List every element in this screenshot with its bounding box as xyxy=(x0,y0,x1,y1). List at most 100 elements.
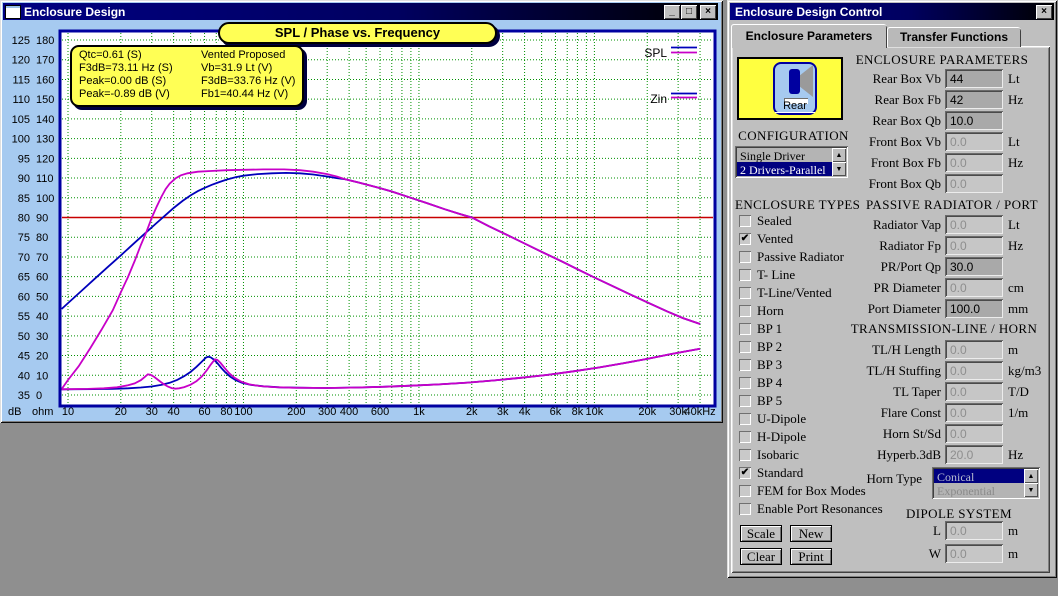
x-axis-tick: 100 xyxy=(234,406,252,418)
field-label-front-box-fb: Front Box Fb xyxy=(787,155,941,171)
checkbox-fem-for-box-modes[interactable] xyxy=(739,485,751,497)
y-axis-ohm-tick: 150 xyxy=(36,94,54,106)
chart-info-box: Qtc=0.61 (S)Vented ProposedF3dB=73.11 Hz… xyxy=(70,45,304,107)
control-close-button[interactable]: × xyxy=(1036,5,1052,19)
horn-type-list: Conical▲Exponential▼ xyxy=(932,467,1040,499)
checkbox-vented[interactable]: ✔ xyxy=(739,233,751,245)
field-input-pr-diameter[interactable]: 0.0 xyxy=(945,278,1003,297)
field-input-tl-h-length[interactable]: 0.0 xyxy=(945,340,1003,359)
field-input-rear-box-fb[interactable]: 42 xyxy=(945,90,1003,109)
field-input-pr-port-qp[interactable]: 30.0 xyxy=(945,257,1003,276)
checkbox-label-fem-for-box-modes: FEM for Box Modes xyxy=(757,483,866,499)
field-label-tl-h-length: TL/H Length xyxy=(787,342,941,358)
checkbox-u-dipole[interactable] xyxy=(739,413,751,425)
y-axis-db-tick: 100 xyxy=(12,134,30,146)
info-line: Peak=-0.89 dB (V) xyxy=(79,88,201,101)
field-input-tl-taper[interactable]: 0.0 xyxy=(945,382,1003,401)
field-input-l[interactable]: 0.0 xyxy=(945,521,1003,540)
y-axis-ohm-tick: 170 xyxy=(36,55,54,67)
field-input-horn-st-sd[interactable]: 0.0 xyxy=(945,424,1003,443)
field-input-rear-box-qb[interactable]: 10.0 xyxy=(945,111,1003,130)
field-input-radiator-fp[interactable]: 0.0 xyxy=(945,236,1003,255)
y-axis-ohm-tick: 80 xyxy=(36,232,48,244)
clear-button[interactable]: Clear xyxy=(740,548,782,565)
checkbox-bp-2[interactable] xyxy=(739,341,751,353)
field-input-w[interactable]: 0.0 xyxy=(945,544,1003,563)
scale-button[interactable]: Scale xyxy=(740,525,782,542)
info-line: Vb=31.9 Lt (V) xyxy=(201,62,302,75)
field-input-front-box-fb[interactable]: 0.0 xyxy=(945,153,1003,172)
checkbox-sealed[interactable] xyxy=(739,215,751,227)
checkbox-bp-5[interactable] xyxy=(739,395,751,407)
y-axis-ohm-tick: 180 xyxy=(36,35,54,47)
horn-scroll-up-button[interactable]: ▲ xyxy=(1024,469,1038,483)
field-input-front-box-vb[interactable]: 0.0 xyxy=(945,132,1003,151)
horn-type-option-conical[interactable]: Conical xyxy=(934,469,1024,483)
rear-enclosure-pictogram: Rear xyxy=(737,57,843,120)
chart-window-titlebar[interactable]: Enclosure Design _ □ × xyxy=(3,3,718,20)
x-axis-tick: 1k xyxy=(413,406,425,418)
field-label-w: W xyxy=(787,546,941,562)
checkbox-standard[interactable]: ✔ xyxy=(739,467,751,479)
x-axis-tick: 600 xyxy=(371,406,389,418)
info-line: Peak=0.00 dB (S) xyxy=(79,75,201,88)
checkbox-t-line[interactable] xyxy=(739,269,751,281)
maximize-button[interactable]: □ xyxy=(681,5,697,19)
field-input-front-box-qb[interactable]: 0.0 xyxy=(945,174,1003,193)
field-input-port-diameter[interactable]: 100.0 xyxy=(945,299,1003,318)
field-input-radiator-vap[interactable]: 0.0 xyxy=(945,215,1003,234)
enclosure-design-control-window: Enclosure Design Control × Enclosure Par… xyxy=(727,0,1057,578)
x-axis-tick: 20k xyxy=(638,406,656,418)
checkbox-isobaric[interactable] xyxy=(739,449,751,461)
checkbox-bp-4[interactable] xyxy=(739,377,751,389)
x-axis-tick: 4k xyxy=(519,406,531,418)
field-label-rear-box-vb: Rear Box Vb xyxy=(787,71,941,87)
y-axis-ohm-tick: 110 xyxy=(36,173,54,185)
checkbox-bp-3[interactable] xyxy=(739,359,751,371)
field-label-radiator-fp: Radiator Fp xyxy=(787,238,941,254)
horn-scroll-down-button[interactable]: ▼ xyxy=(1024,483,1038,497)
y-axis-db-tick: 115 xyxy=(12,74,30,86)
y-axis-db-tick: 95 xyxy=(18,153,30,165)
tab-enclosure-parameters[interactable]: Enclosure Parameters xyxy=(731,24,887,48)
y-axis-ohm-tick: 50 xyxy=(36,291,48,303)
minimize-button[interactable]: _ xyxy=(664,5,680,19)
field-unit-rear-box-fb: Hz xyxy=(1008,92,1023,108)
field-input-rear-box-vb[interactable]: 44 xyxy=(945,69,1003,88)
checkbox-h-dipole[interactable] xyxy=(739,431,751,443)
x-axis-tick: 8k xyxy=(572,406,584,418)
field-label-port-diameter: Port Diameter xyxy=(787,301,941,317)
checkbox-label-bp-1: BP 1 xyxy=(757,321,782,337)
control-window-titlebar[interactable]: Enclosure Design Control × xyxy=(730,3,1054,20)
checkbox-passive-radiator[interactable] xyxy=(739,251,751,263)
y-axis-ohm-label: ohm xyxy=(32,406,53,418)
field-input-tl-h-stuffing[interactable]: 0.0 xyxy=(945,361,1003,380)
x-axis-tick: 40kHz xyxy=(684,406,715,418)
field-label-l: L xyxy=(787,523,941,539)
horn-type-option-exponential[interactable]: Exponential xyxy=(934,483,1024,497)
checkbox-bp-1[interactable] xyxy=(739,323,751,335)
checkbox-t-line-vented[interactable] xyxy=(739,287,751,299)
field-label-radiator-vap: Radiator Vap xyxy=(787,217,941,233)
x-axis-tick: 6k xyxy=(550,406,562,418)
chart-window-title: Enclosure Design xyxy=(21,5,663,19)
y-axis-db-tick: 110 xyxy=(12,94,30,106)
y-axis-db-tick: 60 xyxy=(18,291,30,303)
legend-label-spl: SPL xyxy=(644,46,667,60)
checkbox-enable-port-resonances[interactable] xyxy=(739,503,751,515)
field-unit-tl-h-stuffing: kg/m3 xyxy=(1008,363,1041,379)
y-axis-db-tick: 70 xyxy=(18,252,30,264)
checkbox-label-bp-5: BP 5 xyxy=(757,393,782,409)
checkbox-label-horn: Horn xyxy=(757,303,784,319)
close-button[interactable]: × xyxy=(700,5,716,19)
tab-transfer-functions[interactable]: Transfer Functions xyxy=(887,27,1021,47)
window-system-icon[interactable] xyxy=(5,5,21,19)
checkbox-label-bp-4: BP 4 xyxy=(757,375,782,391)
enclosure-design-window: 1251201151101051009590858075706560555045… xyxy=(0,0,723,423)
checkbox-label-bp-2: BP 2 xyxy=(757,339,782,355)
field-label-tl-taper: TL Taper xyxy=(787,384,941,400)
field-input-hyperb-3db[interactable]: 20.0 xyxy=(945,445,1003,464)
field-input-flare-const[interactable]: 0.0 xyxy=(945,403,1003,422)
checkbox-horn[interactable] xyxy=(739,305,751,317)
field-unit-tl-taper: T/D xyxy=(1008,384,1029,400)
